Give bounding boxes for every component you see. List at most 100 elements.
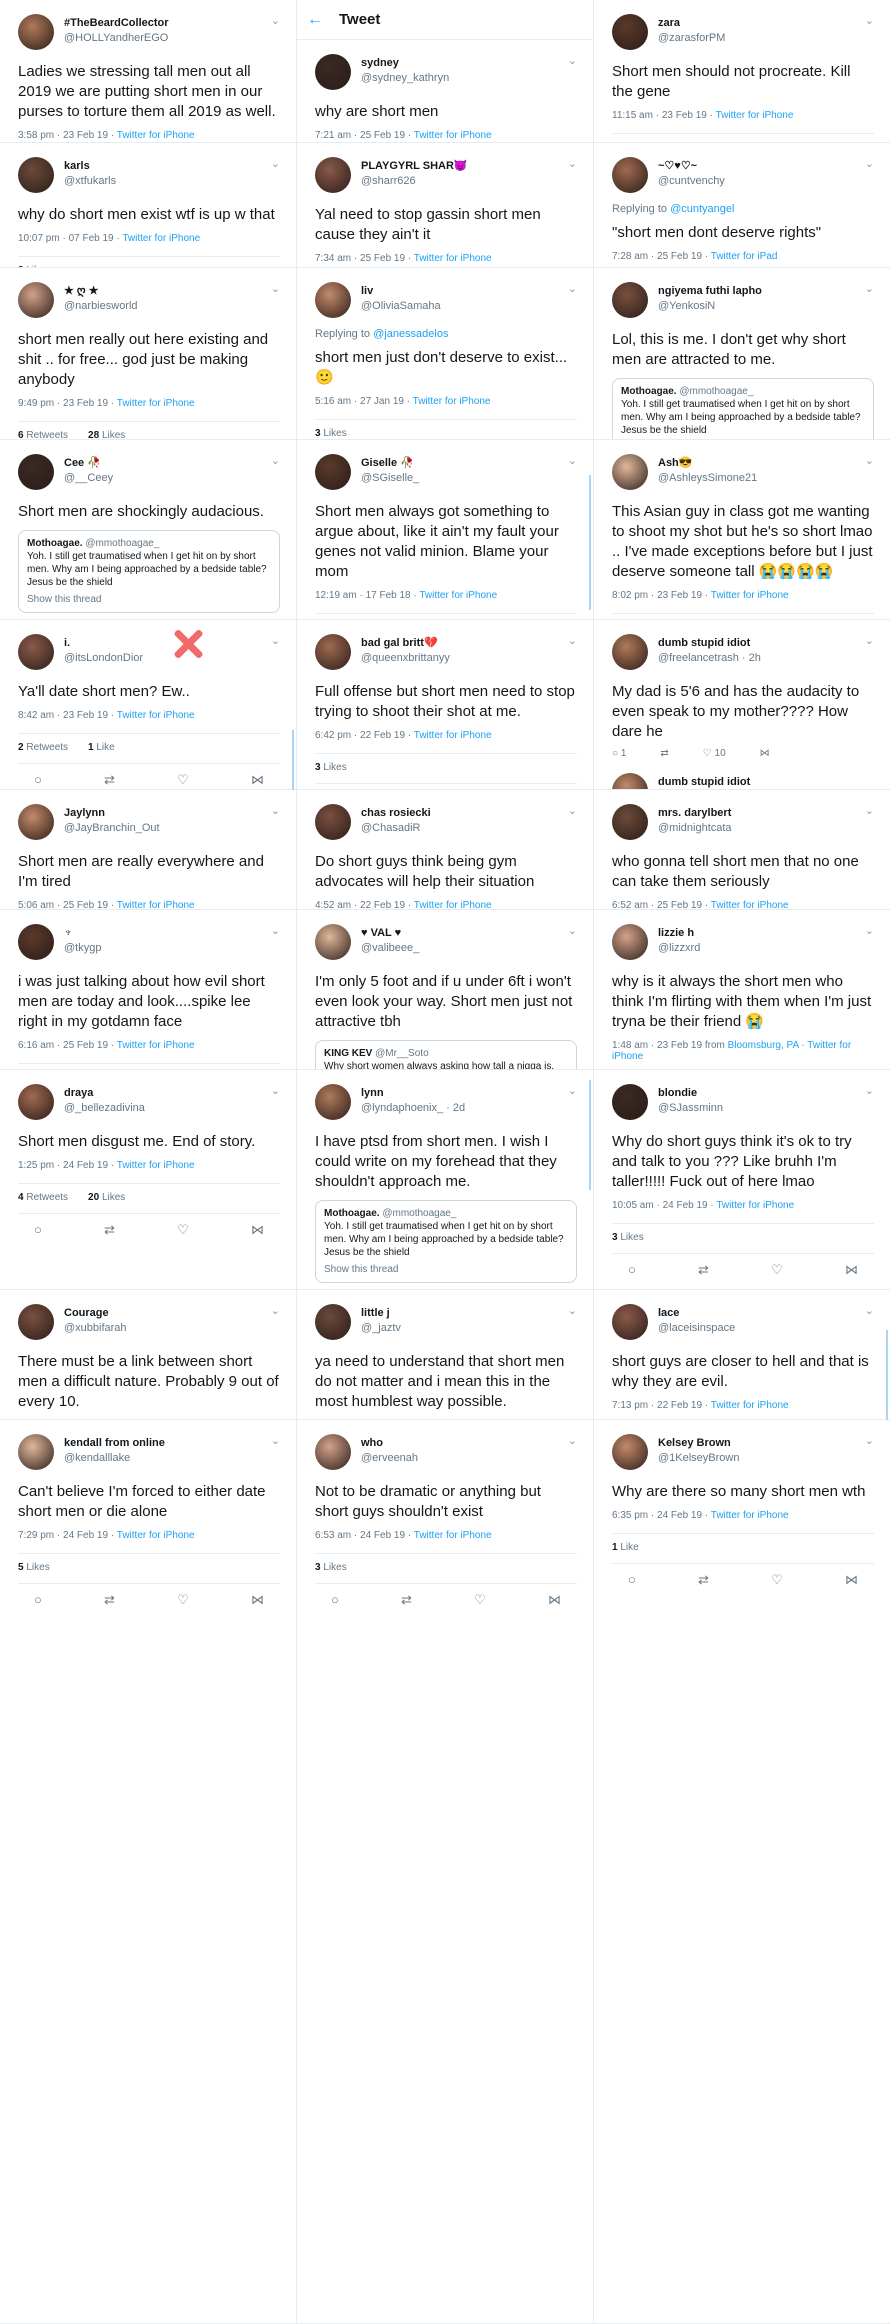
client-source-link[interactable]: Twitter for iPhone bbox=[117, 1040, 195, 1051]
like-icon[interactable]: ♡ bbox=[177, 1222, 189, 1238]
like-stat[interactable]: 28 Likes bbox=[88, 430, 135, 439]
user-handle[interactable]: @tkygp bbox=[64, 941, 101, 956]
share-icon[interactable]: ⋈ bbox=[251, 772, 264, 788]
tweet-card[interactable]: bad gal britt💔 @queenxbrittanyy ⌄ Full offe… bbox=[297, 620, 593, 790]
display-name[interactable]: blondie bbox=[658, 1086, 723, 1101]
chevron-down-icon[interactable]: ⌄ bbox=[271, 1434, 280, 1447]
avatar[interactable] bbox=[315, 634, 351, 670]
chevron-down-icon[interactable]: ⌄ bbox=[865, 634, 874, 647]
chevron-down-icon[interactable]: ⌄ bbox=[568, 634, 577, 647]
chevron-down-icon[interactable]: ⌄ bbox=[865, 924, 874, 937]
avatar[interactable] bbox=[18, 282, 54, 318]
user-handle[interactable]: @valibeee_ bbox=[361, 941, 419, 956]
avatar[interactable] bbox=[315, 54, 351, 90]
like-icon[interactable]: ♡ bbox=[703, 748, 715, 759]
user-handle[interactable]: @AshleysSimone21 bbox=[658, 471, 757, 486]
user-handle[interactable]: @_bellezadivina bbox=[64, 1101, 145, 1116]
retweet-stat[interactable]: 4 Retweets bbox=[18, 1192, 78, 1203]
show-thread-link[interactable]: Show this thread bbox=[27, 593, 271, 606]
display-name[interactable]: zara bbox=[658, 16, 725, 31]
display-name[interactable]: ♥ VAL ♥ bbox=[361, 926, 419, 941]
avatar[interactable] bbox=[612, 804, 648, 840]
user-handle[interactable]: @_jaztv bbox=[361, 1321, 401, 1336]
like-icon[interactable]: ♡ bbox=[474, 1592, 486, 1608]
avatar[interactable] bbox=[18, 157, 54, 193]
quoted-tweet[interactable]: Mothoagae. @mmothoagae_ Yoh. I still get … bbox=[315, 1200, 577, 1283]
like-stat[interactable]: 3 Likes bbox=[315, 428, 357, 439]
avatar[interactable] bbox=[315, 924, 351, 960]
like-stat[interactable]: 5 Likes bbox=[18, 1562, 60, 1573]
display-name[interactable]: ~♡♥♡~ bbox=[658, 159, 725, 174]
avatar[interactable] bbox=[612, 282, 648, 318]
client-source-link[interactable]: Twitter for iPhone bbox=[117, 130, 195, 141]
display-name[interactable]: Kelsey Brown bbox=[658, 1436, 739, 1451]
reply-icon[interactable]: ○ bbox=[331, 1592, 339, 1608]
client-source-link[interactable]: Twitter for iPhone bbox=[414, 253, 492, 264]
client-source-link[interactable]: Twitter for iPhone bbox=[711, 900, 789, 909]
display-name[interactable]: sydney bbox=[361, 56, 449, 71]
tweet-card[interactable]: Ash😎 @AshleysSimone21 ⌄ This Asian guy in c… bbox=[594, 440, 890, 620]
user-handle[interactable]: @sharr626 bbox=[361, 174, 468, 189]
avatar[interactable] bbox=[612, 773, 648, 789]
like-icon[interactable]: ♡ bbox=[177, 772, 189, 788]
display-name[interactable]: lynn bbox=[361, 1086, 465, 1101]
tweet-card[interactable]: ngiyema futhi lapho @YenkosiN ⌄ Lol, this i… bbox=[594, 268, 890, 440]
chevron-down-icon[interactable]: ⌄ bbox=[865, 1084, 874, 1097]
share-icon[interactable]: ⋈ bbox=[845, 1572, 858, 1588]
quoted-tweet[interactable]: Mothoagae. @mmothoagae_ Yoh. I still get … bbox=[612, 378, 874, 439]
tweet-card[interactable]: Cee 🥀 @__Ceey ⌄ Short men are shockingly au… bbox=[0, 440, 296, 620]
reply-icon[interactable]: ○ bbox=[628, 1572, 636, 1588]
like-icon[interactable]: ♡ bbox=[771, 1572, 783, 1588]
chevron-down-icon[interactable]: ⌄ bbox=[271, 804, 280, 817]
user-handle[interactable]: @erveenah bbox=[361, 1451, 418, 1466]
avatar[interactable] bbox=[612, 634, 648, 670]
user-handle[interactable]: @SJassminn bbox=[658, 1101, 723, 1116]
user-handle[interactable]: @cuntvenchy bbox=[658, 174, 725, 189]
quoted-tweet[interactable]: KING KEV @Mr__Soto Why short women always… bbox=[315, 1040, 577, 1069]
share-icon[interactable]: ⋈ bbox=[251, 1592, 264, 1608]
avatar[interactable] bbox=[315, 454, 351, 490]
chevron-down-icon[interactable]: ⌄ bbox=[271, 924, 280, 937]
user-handle[interactable]: @1KelseyBrown bbox=[658, 1451, 739, 1466]
like-stat[interactable]: 1 Like bbox=[612, 1542, 649, 1553]
like-icon[interactable]: ♡ bbox=[771, 1262, 783, 1278]
client-source-link[interactable]: Twitter for iPhone bbox=[711, 1510, 789, 1521]
retweet-icon[interactable]: ⇄ bbox=[104, 772, 115, 788]
avatar[interactable] bbox=[612, 157, 648, 193]
tweet-card[interactable]: ♥ VAL ♥ @valibeee_ ⌄ I'm only 5 foot and if… bbox=[297, 910, 593, 1070]
avatar[interactable] bbox=[612, 454, 648, 490]
reply-icon[interactable]: ○ bbox=[612, 748, 621, 759]
chevron-down-icon[interactable]: ⌄ bbox=[271, 1084, 280, 1097]
tweet-card[interactable]: Kelsey Brown @1KelseyBrown ⌄ Why are there … bbox=[594, 1420, 890, 2324]
display-name[interactable]: Courage bbox=[64, 1306, 127, 1321]
retweet-icon[interactable]: ⇄ bbox=[698, 1572, 709, 1588]
like-stat[interactable]: 20 Likes bbox=[88, 1192, 135, 1203]
avatar[interactable] bbox=[18, 634, 54, 670]
chevron-down-icon[interactable]: ⌄ bbox=[568, 454, 577, 467]
display-name[interactable]: chas rosiecki bbox=[361, 806, 431, 821]
avatar[interactable] bbox=[18, 14, 54, 50]
chevron-down-icon[interactable]: ⌄ bbox=[865, 804, 874, 817]
user-handle[interactable]: @lizzxrd bbox=[658, 941, 700, 956]
chevron-down-icon[interactable]: ⌄ bbox=[271, 282, 280, 295]
user-handle[interactable]: @xubbifarah bbox=[64, 1321, 127, 1336]
user-handle[interactable]: @xtfukarls bbox=[64, 174, 116, 189]
share-icon[interactable]: ⋈ bbox=[845, 1262, 858, 1278]
reply-count[interactable]: ○ 1 bbox=[612, 748, 626, 759]
user-handle[interactable]: @midnightcata bbox=[658, 821, 732, 836]
chevron-down-icon[interactable]: ⌄ bbox=[568, 1084, 577, 1097]
chevron-down-icon[interactable]: ⌄ bbox=[865, 157, 874, 170]
thread-reply[interactable]: dumb stupid idiot@freelancetrashShort me… bbox=[612, 773, 874, 789]
retweet-icon[interactable]: ⇄ bbox=[660, 748, 668, 759]
retweet-icon[interactable]: ⇄ bbox=[104, 1592, 115, 1608]
retweet-stat[interactable]: 2 Retweets bbox=[18, 742, 78, 753]
chevron-down-icon[interactable]: ⌄ bbox=[865, 282, 874, 295]
avatar[interactable] bbox=[315, 804, 351, 840]
chevron-down-icon[interactable]: ⌄ bbox=[568, 54, 577, 67]
user-handle[interactable]: @JayBranchin_Out bbox=[64, 821, 160, 836]
back-arrow-icon[interactable]: ← bbox=[307, 11, 323, 29]
user-handle[interactable]: @laceisinspace bbox=[658, 1321, 735, 1336]
display-name[interactable]: who bbox=[361, 1436, 418, 1451]
tweet-card[interactable]: ♆ @tkygp ⌄ i was just talking about how evi… bbox=[0, 910, 296, 1070]
user-handle[interactable]: @SGiselle_ bbox=[361, 471, 419, 486]
